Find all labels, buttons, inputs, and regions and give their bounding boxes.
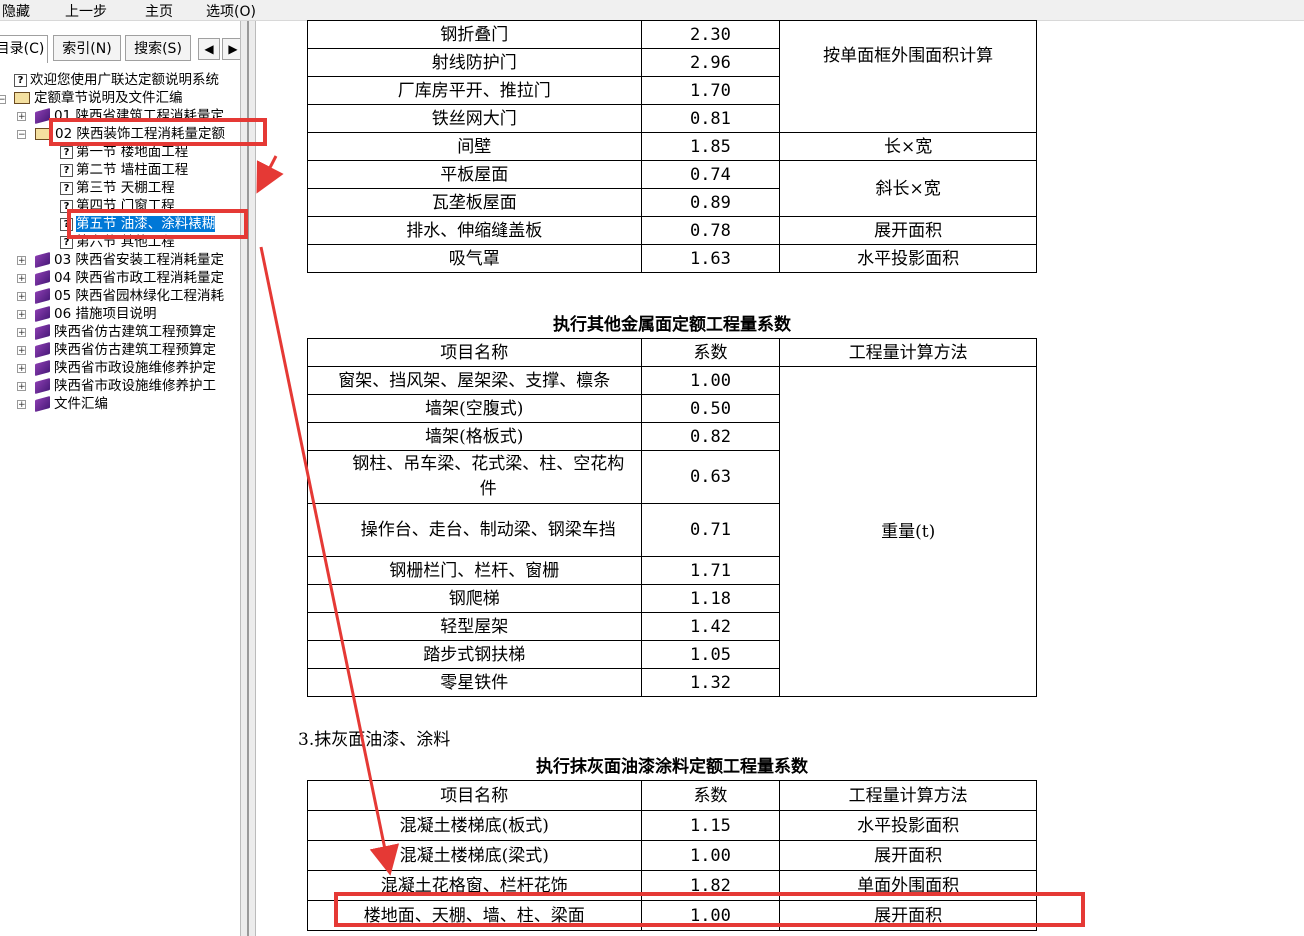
annotation-arrow (259, 246, 400, 876)
annotation-arrow (256, 155, 284, 194)
annotation-arrows (256, 155, 400, 876)
